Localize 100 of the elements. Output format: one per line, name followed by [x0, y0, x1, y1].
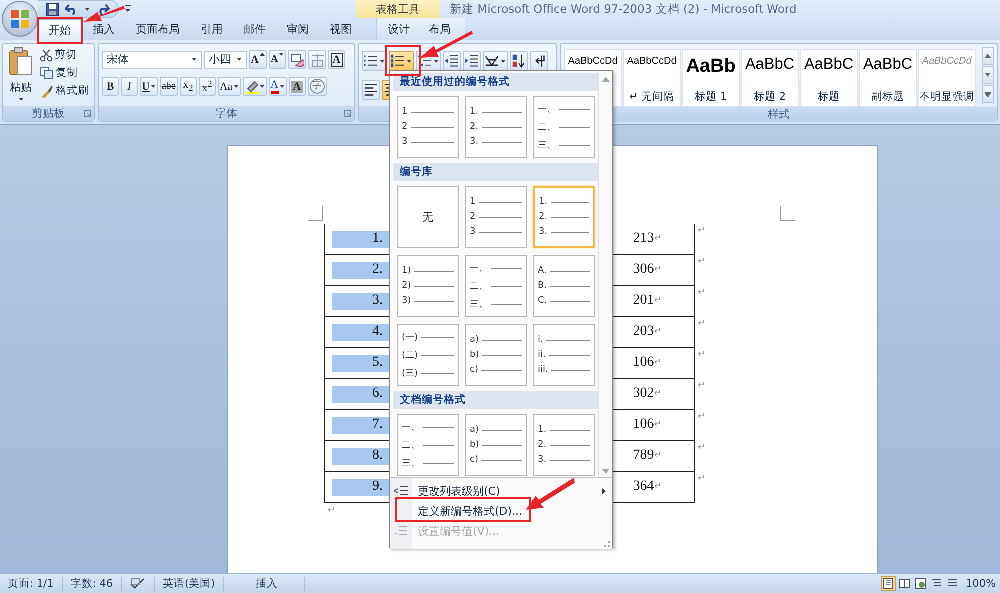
numbering-style-option[interactable]: a) b) c): [465, 324, 527, 386]
numbering-style-option[interactable]: 一、 二、 三、: [465, 255, 527, 317]
status-text: 页面: 1/1: [8, 576, 54, 590]
numbering-style-option[interactable]: (一) (二) (三): [397, 324, 459, 386]
caret-icon: [407, 60, 412, 62]
numbering-style-option[interactable]: 一、 二、 三、: [397, 414, 459, 476]
ribbon-tab[interactable]: 引用: [191, 19, 233, 40]
copy-button[interactable]: 复制: [40, 65, 89, 81]
menu-item[interactable]: 定义新编号格式(D)...: [390, 501, 612, 521]
ribbon-tab[interactable]: 设计: [379, 19, 419, 40]
italic-button[interactable]: I: [121, 77, 138, 96]
table-cell: 213: [633, 231, 654, 247]
paragraph-button[interactable]: [443, 51, 462, 71]
character-border-button[interactable]: A: [328, 50, 346, 69]
strikethrough-button[interactable]: abe: [160, 77, 178, 96]
up-caret-icon: [985, 54, 992, 58]
cut-button[interactable]: 剪切: [40, 47, 89, 63]
web-page-icon: [914, 578, 926, 589]
style-preview[interactable]: AaBbCcDd ↵ 无间隔: [623, 49, 682, 107]
style-preview[interactable]: AaBbC 标题: [800, 49, 858, 107]
table-cell: 306: [633, 262, 654, 278]
style-preview[interactable]: AaBbC 副标题: [859, 49, 918, 107]
view-button[interactable]: [880, 576, 896, 591]
more-caret-icon: [985, 91, 992, 97]
clear-format-button[interactable]: [288, 50, 306, 69]
paragraph-button[interactable]: [362, 80, 380, 100]
decrease-indent-icon: [445, 55, 458, 67]
style-preview[interactable]: AaBbC 标题 2: [741, 49, 800, 107]
font-color-button[interactable]: A: [268, 77, 287, 96]
view-button[interactable]: [896, 576, 912, 591]
proofing-icon[interactable]: [130, 578, 146, 590]
ribbon-tab[interactable]: 开始: [38, 19, 82, 40]
ribbon-tab[interactable]: 邮件: [234, 19, 276, 40]
list-number: 1.: [372, 231, 383, 247]
paragraph-button[interactable]: [463, 51, 482, 71]
table-cell: 789: [633, 448, 654, 464]
menu-item[interactable]: 更改列表级别(C): [390, 481, 612, 501]
caret-icon[interactable]: [85, 8, 90, 10]
style-preview[interactable]: AaBbCcDd 不明显强调: [918, 49, 976, 107]
paste-button[interactable]: 粘贴: [6, 47, 36, 106]
shrink-font-button[interactable]: A: [268, 50, 286, 69]
bullet-list-icon: [364, 56, 378, 66]
ribbon-tab[interactable]: 页面布局: [126, 19, 190, 40]
save-icon[interactable]: [46, 2, 59, 16]
row-end-mark: ↵: [698, 350, 707, 360]
format-painter-button[interactable]: 格式刷: [40, 83, 89, 99]
change-case-button[interactable]: Aa: [218, 77, 241, 96]
numbering-style-option[interactable]: 1. 2. 3.: [533, 186, 595, 248]
paragraph-mark: ↵: [328, 506, 336, 516]
more-button[interactable]: [982, 85, 994, 103]
numbering-style-option[interactable]: a) b) c): [465, 414, 527, 476]
enclose-character-button[interactable]: 字: [308, 77, 327, 96]
highlight-button[interactable]: [242, 77, 267, 96]
paragraph-button[interactable]: [483, 51, 508, 71]
numbering-style-option[interactable]: 1 2 3: [397, 96, 459, 158]
customize-caret-icon[interactable]: [125, 5, 131, 13]
ribbon-tab[interactable]: 视图: [320, 19, 362, 40]
paragraph-button[interactable]: [510, 51, 528, 71]
font-size-field[interactable]: 小四: [204, 50, 247, 68]
numbering-style-option[interactable]: 1 2 3: [465, 186, 527, 248]
superscript-button[interactable]: x$^{2}$: [198, 77, 216, 96]
list-number: 5.: [372, 355, 383, 371]
table-cell: 106: [633, 355, 654, 371]
numbered-list-icon: [391, 54, 404, 68]
table-cell: 302: [633, 386, 654, 402]
scroll-down-button[interactable]: [982, 66, 994, 84]
list-number: 6.: [372, 386, 383, 402]
list-number: 8.: [372, 448, 383, 464]
view-button[interactable]: [912, 576, 928, 591]
numbering-style-option[interactable]: A. B. C.: [533, 255, 595, 317]
dialog-launcher-icon[interactable]: [344, 110, 352, 117]
bold-button[interactable]: B: [102, 77, 119, 96]
numbering-style-option[interactable]: i. ii. iii.: [533, 324, 595, 386]
section-heading: 文档编号格式: [400, 393, 466, 407]
office-button[interactable]: [2, 1, 38, 37]
status-text: 字数: 46: [70, 576, 114, 590]
style-preview[interactable]: AaBb 标题 1: [682, 49, 740, 107]
ribbon-tab[interactable]: 插入: [83, 19, 125, 40]
underline-button[interactable]: U: [140, 77, 158, 96]
dialog-launcher-icon[interactable]: [84, 110, 91, 117]
paragraph-button[interactable]: [389, 51, 414, 71]
font-name-field[interactable]: 宋体: [102, 50, 202, 68]
subscript-button[interactable]: x$_{2}$: [180, 77, 197, 96]
phonetic-guide-button[interactable]: [308, 50, 326, 69]
character-shading-button[interactable]: A: [288, 77, 306, 96]
scrollbar[interactable]: [598, 71, 612, 477]
numbering-style-option[interactable]: 1. 2. 3.: [533, 414, 595, 476]
numbering-style-option[interactable]: 1) 2) 3): [397, 255, 459, 317]
numbering-style-option[interactable]: 一、 二、 三、: [533, 96, 595, 158]
list-number: 3.: [372, 293, 383, 309]
paragraph-button[interactable]: [362, 51, 388, 71]
scroll-up-button[interactable]: [982, 47, 994, 65]
ribbon-tab[interactable]: 审阅: [277, 19, 319, 40]
numbering-style-option[interactable]: 无: [397, 186, 459, 248]
grow-font-button[interactable]: A: [249, 50, 267, 69]
paragraph-button[interactable]: [530, 51, 548, 71]
caret-icon: [237, 58, 242, 61]
ribbon-tab[interactable]: 布局: [420, 19, 460, 40]
resize-grip-icon[interactable]: [604, 541, 610, 547]
numbering-style-option[interactable]: 1. 2. 3.: [465, 96, 527, 158]
